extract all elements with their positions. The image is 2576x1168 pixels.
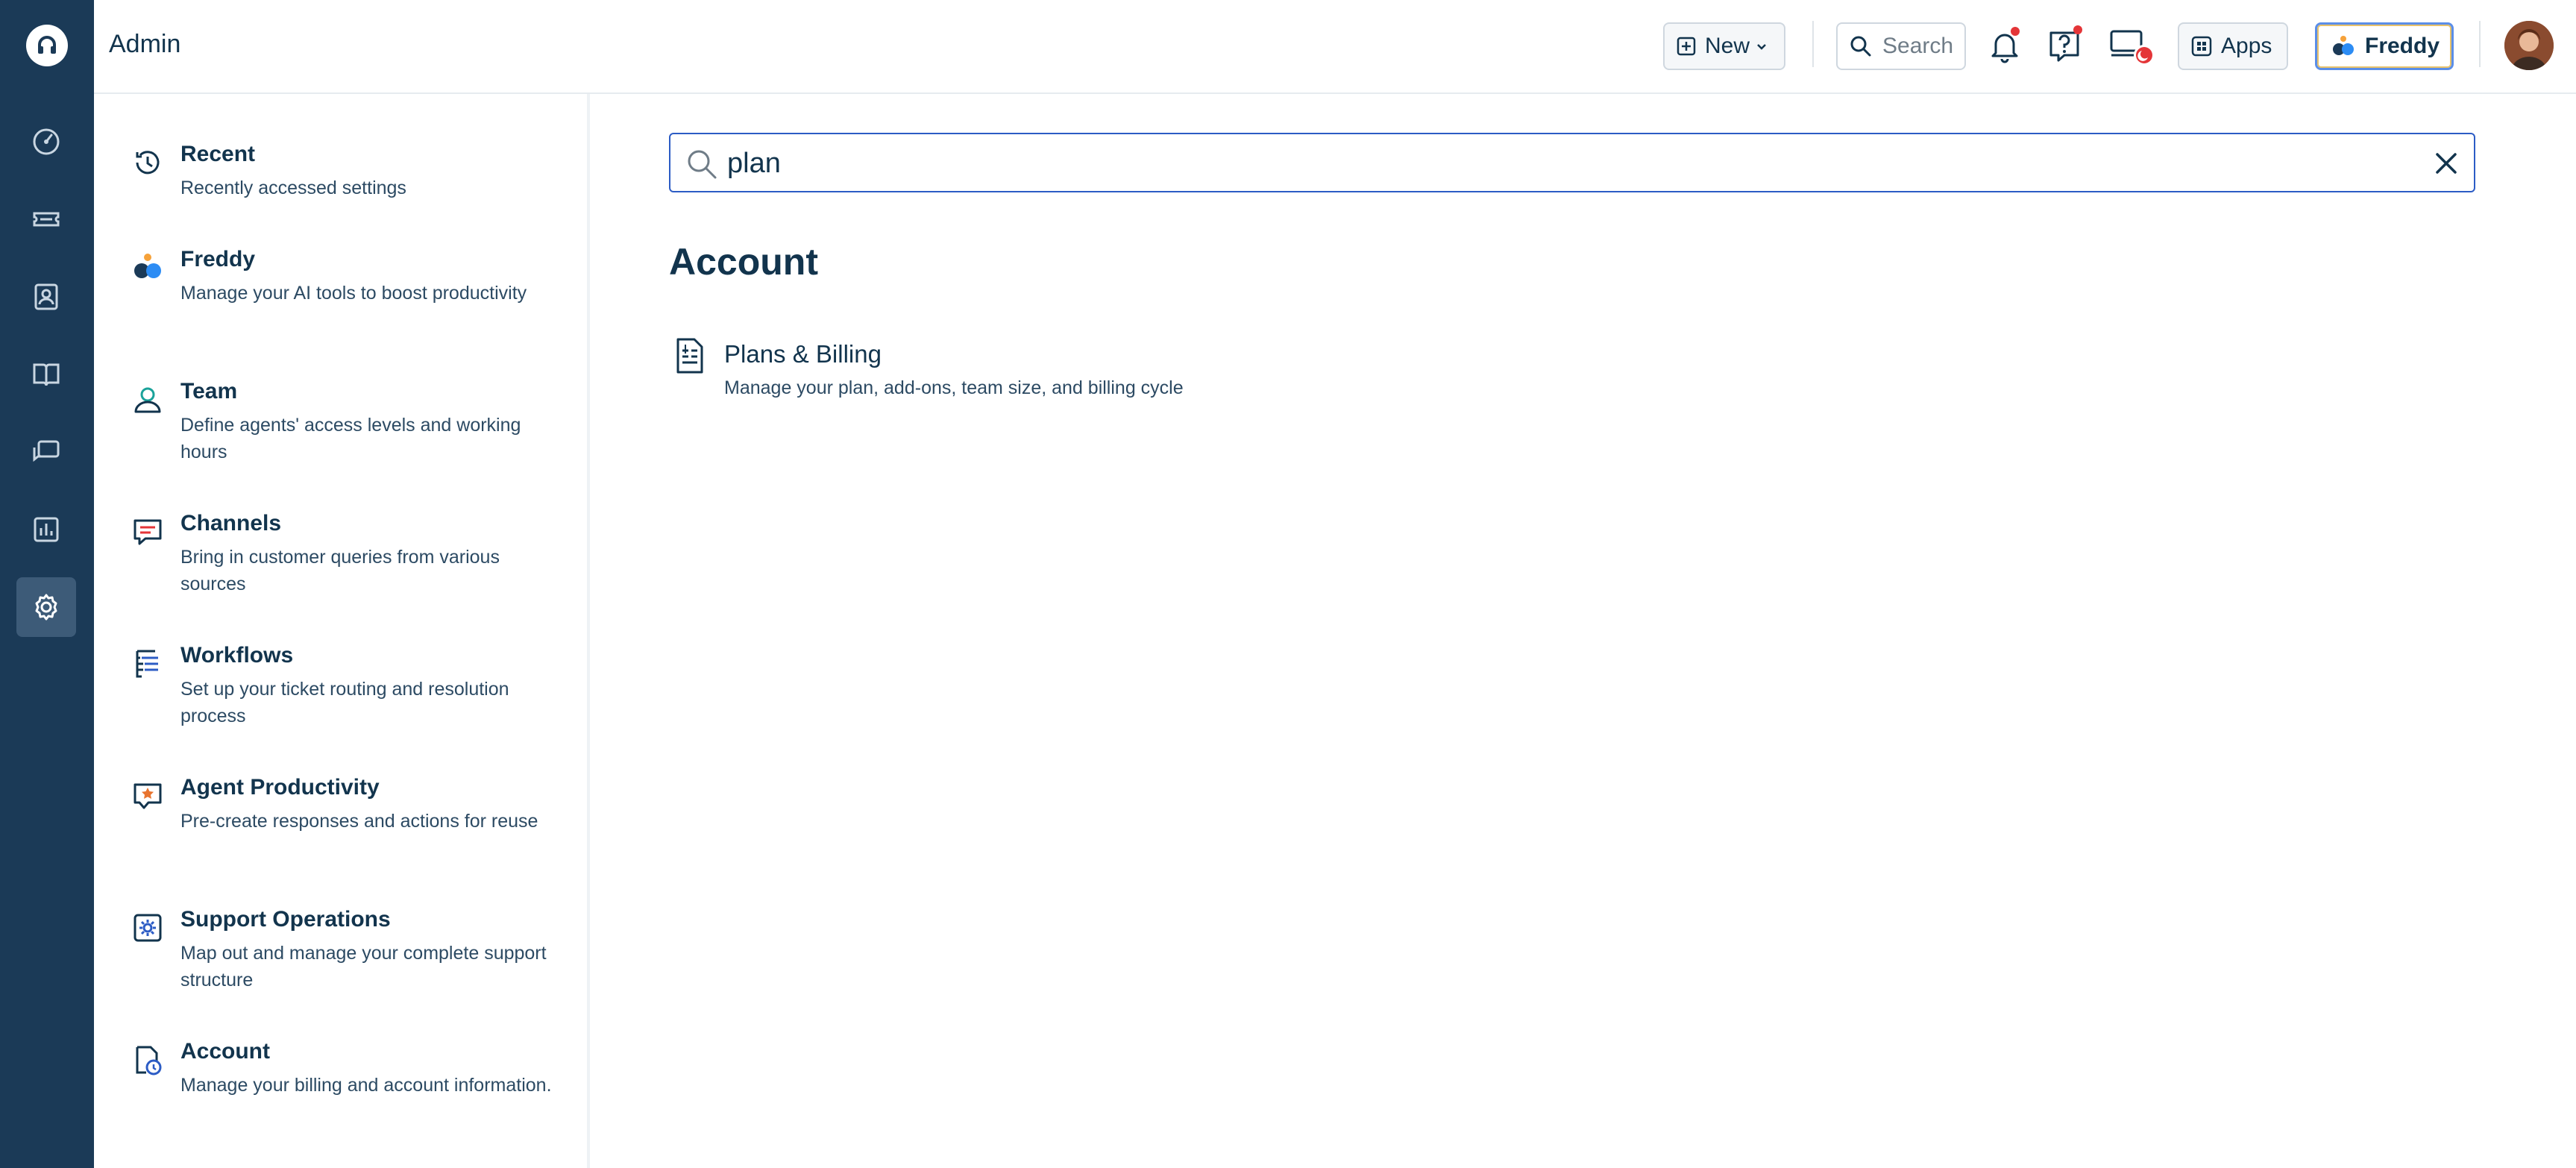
top-bar: Admin New Search Apps Freddy (94, 0, 2576, 94)
new-button[interactable]: New (1663, 22, 1785, 70)
history-icon (136, 151, 160, 175)
dashboard-icon[interactable] (16, 112, 76, 172)
plus-box-icon (1677, 37, 1696, 56)
tickets-icon[interactable] (16, 189, 76, 249)
search-icon (1850, 36, 1871, 57)
sidebar-item-title: Account (180, 1039, 270, 1064)
left-navigation-rail (0, 0, 94, 1168)
sidebar-item-description: Bring in customer queries from various s… (180, 547, 500, 594)
notification-dot (2011, 27, 2020, 36)
sidebar-item-description: Define agents' access levels and working… (180, 415, 521, 462)
sidebar-item-title: Workflows (180, 643, 294, 668)
agent-status-icon[interactable] (2103, 22, 2163, 70)
apps-grid-icon (2191, 36, 2212, 57)
search-icon (688, 150, 717, 179)
freddy-ai-icon (2333, 36, 2354, 55)
freddy-button[interactable]: Freddy (2315, 22, 2454, 70)
agent-productivity-icon (133, 783, 162, 809)
divider (2479, 21, 2481, 67)
settings-search-box (669, 133, 2475, 192)
freddy-ai-icon (134, 254, 161, 278)
conversations-icon[interactable] (16, 422, 76, 482)
sidebar-item-description: Manage your billing and account informat… (180, 1075, 552, 1096)
support-operations-icon (133, 914, 162, 942)
admin-settings-sidebar: Recent Recently accessed settings Freddy… (94, 94, 590, 1168)
team-icon (134, 387, 161, 413)
sidebar-item-title: Recent (180, 142, 256, 166)
page-title: Admin (109, 30, 181, 58)
sidebar-item-description: Map out and manage your complete support… (180, 943, 547, 990)
admin-gear-icon[interactable] (16, 577, 76, 637)
knowledge-base-icon[interactable] (16, 345, 76, 404)
help-icon[interactable] (2041, 22, 2088, 70)
workflows-icon (136, 650, 158, 678)
sidebar-item-title: Freddy (180, 247, 256, 271)
sidebar-item-description: Set up your ticket routing and resolutio… (180, 679, 509, 726)
result-description: Manage your plan, add-ons, team size, an… (724, 377, 1184, 398)
app-logo-icon[interactable] (26, 25, 68, 66)
help-dot (2073, 25, 2082, 34)
apps-button-label: Apps (2221, 34, 2272, 58)
divider (1812, 21, 1814, 67)
chevron-down-icon (1757, 44, 1766, 50)
search-button-label: Search (1882, 34, 1954, 58)
contacts-icon[interactable] (16, 267, 76, 327)
results-section-title: Account (669, 241, 818, 283)
result-title: Plans & Billing (724, 340, 882, 368)
new-button-label: New (1705, 34, 1750, 58)
analytics-icon[interactable] (16, 500, 76, 559)
apps-button[interactable]: Apps (2178, 22, 2288, 70)
channels-icon (133, 519, 162, 545)
sidebar-item-title: Channels (180, 511, 282, 536)
billing-document-icon (676, 338, 703, 374)
sidebar-item-title: Team (180, 379, 238, 404)
sidebar-item-description: Recently accessed settings (180, 178, 406, 198)
notifications-icon[interactable] (1981, 22, 2029, 70)
avatar[interactable] (2504, 21, 2554, 70)
close-icon[interactable] (2432, 149, 2460, 178)
sidebar-item-description: Pre-create responses and actions for reu… (180, 811, 538, 832)
sidebar-item-title: Agent Productivity (180, 775, 380, 800)
search-button[interactable]: Search (1836, 22, 1966, 70)
sidebar-item-title: Support Operations (180, 907, 391, 932)
account-icon (136, 1046, 162, 1076)
settings-search-input[interactable] (727, 142, 2368, 185)
freddy-button-label: Freddy (2365, 34, 2440, 58)
sidebar-item-description: Manage your AI tools to boost productivi… (180, 283, 527, 304)
